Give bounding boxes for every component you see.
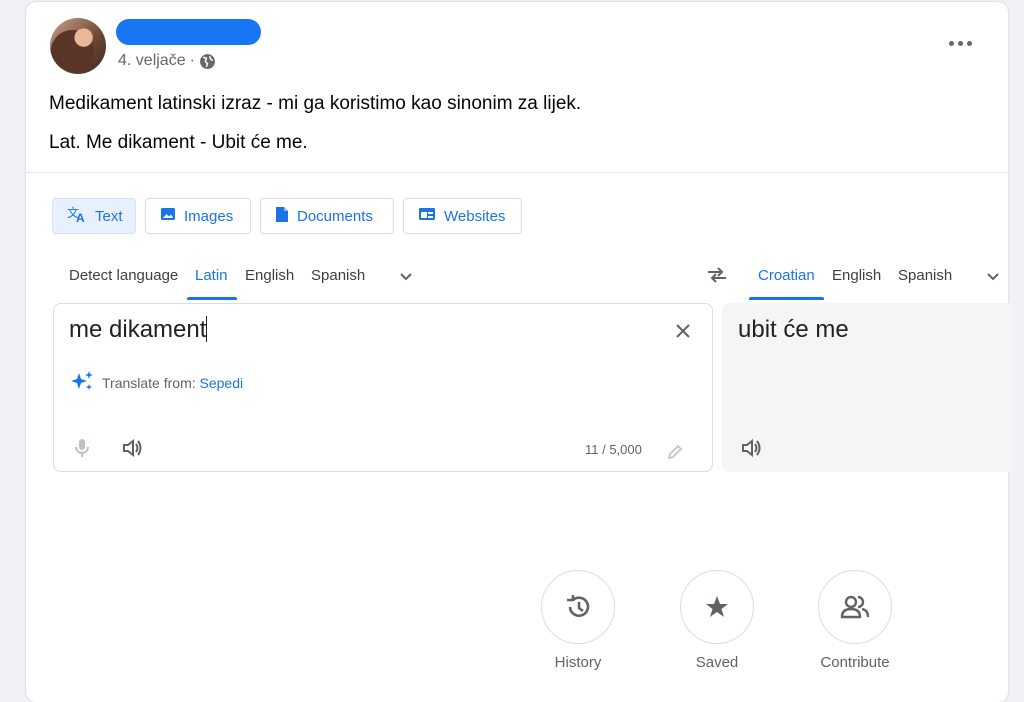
redacted-author-name <box>116 19 261 45</box>
source-input[interactable]: me dikament <box>69 316 208 344</box>
post-text-line-1: Medikament latinski izraz - mi ga korist… <box>49 93 582 114</box>
character-count: 11 / 5,000 <box>585 442 642 457</box>
globe-icon <box>199 53 216 70</box>
avatar[interactable] <box>50 18 106 74</box>
post-meta: 4. veljače · <box>118 52 216 70</box>
pencil-icon[interactable] <box>666 443 684 466</box>
mode-images-label: Images <box>184 207 234 225</box>
mode-websites-label: Websites <box>444 207 506 225</box>
mode-text-label: Text <box>95 207 123 225</box>
translate-from-suggestion: Translate from: Sepedi <box>70 370 243 395</box>
post-text-line-2: Lat. Me dikament - Ubit će me. <box>49 132 308 153</box>
contribute-button[interactable]: Contribute <box>817 570 893 671</box>
svg-text:A: A <box>76 211 85 223</box>
source-lang-detect[interactable]: Detect language <box>69 267 178 284</box>
source-input-text: me dikament <box>69 316 207 343</box>
target-lang-chevron-down-icon[interactable] <box>985 268 1001 289</box>
target-lang-indicator <box>749 297 824 300</box>
history-button[interactable]: History <box>540 570 616 671</box>
mode-websites-button[interactable]: Websites <box>403 198 522 234</box>
history-icon <box>541 570 615 644</box>
star-icon <box>680 570 754 644</box>
target-speaker-icon[interactable] <box>740 438 762 463</box>
saved-button[interactable]: Saved <box>679 570 755 671</box>
sparkle-icon <box>70 370 94 395</box>
source-lang-spanish[interactable]: Spanish <box>311 267 365 284</box>
source-lang-english[interactable]: English <box>245 267 294 284</box>
source-lang-indicator <box>187 297 237 300</box>
suggestion-language-link[interactable]: Sepedi <box>200 375 244 391</box>
saved-label: Saved <box>695 654 739 671</box>
meta-separator: · <box>189 52 195 69</box>
target-lang-english[interactable]: English <box>832 267 881 284</box>
translate-icon: 文A <box>67 205 87 227</box>
target-lang-spanish[interactable]: Spanish <box>898 267 952 284</box>
source-lang-chevron-down-icon[interactable] <box>398 268 414 289</box>
source-lang-latin[interactable]: Latin <box>195 267 228 284</box>
post-date[interactable]: 4. veljače <box>118 52 186 70</box>
history-label: History <box>554 654 602 671</box>
mode-images-button[interactable]: Images <box>145 198 251 234</box>
microphone-icon[interactable] <box>74 437 90 464</box>
image-icon <box>160 206 176 226</box>
contribute-icon <box>818 570 892 644</box>
text-caret <box>206 316 208 342</box>
clear-source-close-icon[interactable] <box>673 321 693 346</box>
document-icon <box>275 206 289 227</box>
mode-documents-label: Documents <box>297 207 373 225</box>
source-speaker-icon[interactable] <box>121 438 143 463</box>
contribute-label: Contribute <box>820 654 890 671</box>
mode-text-button[interactable]: 文A Text <box>52 198 136 234</box>
translation-output-text: ubit će me <box>738 316 849 343</box>
suggestion-prefix: Translate from: <box>102 374 200 391</box>
target-lang-croatian[interactable]: Croatian <box>758 267 815 284</box>
mode-documents-button[interactable]: Documents <box>260 198 394 234</box>
more-options-icon[interactable] <box>944 32 976 54</box>
website-icon <box>418 206 436 226</box>
swap-languages-icon[interactable] <box>706 266 728 289</box>
divider <box>26 172 1008 173</box>
